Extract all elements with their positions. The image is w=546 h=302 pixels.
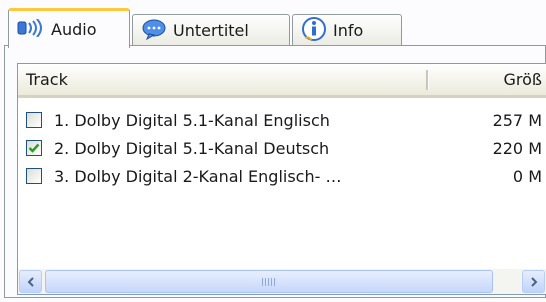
track-name: 1. Dolby Digital 5.1-Kanal Englisch xyxy=(54,110,330,130)
track-size: 220 M xyxy=(492,138,542,158)
column-header-track[interactable]: Track xyxy=(26,64,68,95)
scroll-thumb[interactable] xyxy=(45,270,493,293)
arrow-right-icon xyxy=(530,276,537,287)
tab-info[interactable]: Info xyxy=(292,14,402,46)
arrow-left-icon xyxy=(27,276,34,287)
list-header: Track Größ xyxy=(18,64,546,98)
grip-icon xyxy=(262,277,276,286)
column-divider[interactable] xyxy=(426,70,429,90)
tab-untertitel-label: Untertitel xyxy=(173,21,249,40)
tab-audio-label: Audio xyxy=(51,20,97,39)
track-size: 0 M xyxy=(512,166,542,186)
audio-track-dialog: Audio Untertitel Info Track Größ 1. Dolb… xyxy=(0,0,546,302)
column-header-size[interactable]: Größ xyxy=(504,64,543,95)
track-name: 3. Dolby Digital 2-Kanal Englisch- … xyxy=(54,166,342,186)
horizontal-scrollbar[interactable] xyxy=(18,269,546,294)
tab-info-label: Info xyxy=(333,21,364,40)
tab-audio[interactable]: Audio xyxy=(8,8,130,48)
list-item[interactable]: 3. Dolby Digital 2-Kanal Englisch- … 0 M xyxy=(18,162,546,190)
scroll-right-button[interactable] xyxy=(522,270,545,293)
speech-bubble-icon xyxy=(141,18,167,44)
info-icon xyxy=(301,16,327,46)
tab-strip: Audio Untertitel Info xyxy=(4,8,544,48)
tab-untertitel[interactable]: Untertitel xyxy=(132,14,290,46)
track-size: 257 M xyxy=(492,110,542,130)
list-item[interactable]: 1. Dolby Digital 5.1-Kanal Englisch 257 … xyxy=(18,106,546,134)
track-checkbox[interactable] xyxy=(26,168,42,184)
tab-panel-audio: Track Größ 1. Dolby Digital 5.1-Kanal En… xyxy=(4,45,546,298)
speaker-icon xyxy=(17,17,45,41)
track-checkbox[interactable] xyxy=(26,112,42,128)
scroll-left-button[interactable] xyxy=(19,270,42,293)
list-item[interactable]: 2. Dolby Digital 5.1-Kanal Deutsch 220 M xyxy=(18,134,546,162)
checkmark-icon xyxy=(28,143,40,153)
audio-track-list: Track Größ 1. Dolby Digital 5.1-Kanal En… xyxy=(17,63,546,295)
track-checkbox[interactable] xyxy=(26,140,42,156)
track-name: 2. Dolby Digital 5.1-Kanal Deutsch xyxy=(54,138,330,158)
